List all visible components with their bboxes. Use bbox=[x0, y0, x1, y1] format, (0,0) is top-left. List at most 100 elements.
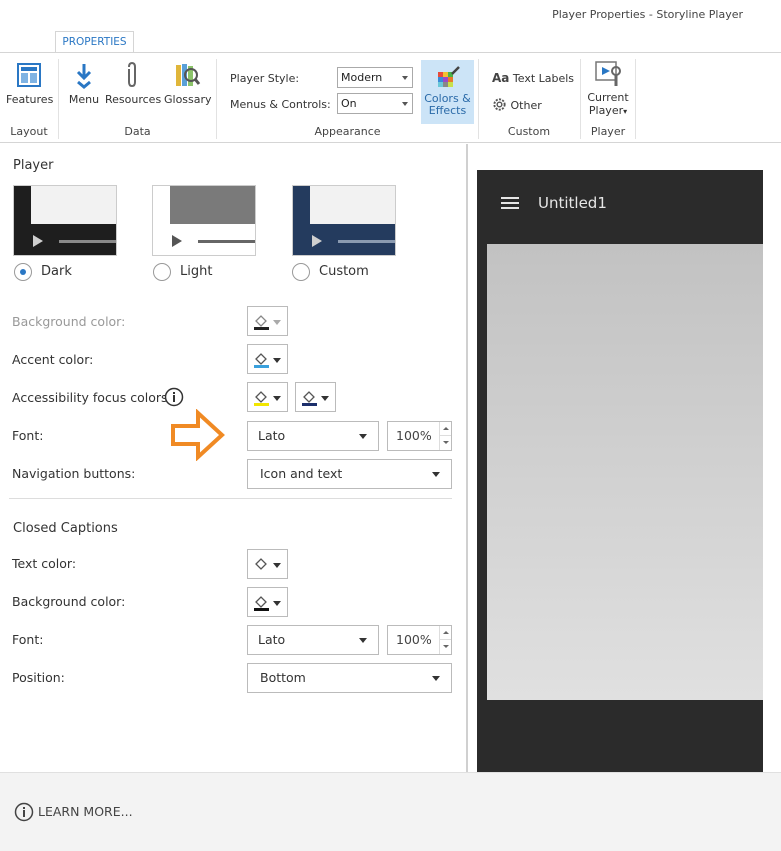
chevron-down-icon bbox=[359, 434, 367, 439]
caption-text-color-label: Text color: bbox=[12, 556, 77, 571]
group-data-label: Data bbox=[124, 125, 151, 138]
focus-color-secondary-picker[interactable] bbox=[295, 382, 336, 412]
title-bar: Player Properties - Storyline Player bbox=[0, 0, 781, 30]
caption-font-label: Font: bbox=[12, 632, 44, 647]
caption-background-color-label: Background color: bbox=[12, 594, 126, 609]
stepper-up-icon[interactable] bbox=[439, 422, 451, 436]
colors-effects-label-line2: Effects bbox=[428, 104, 467, 117]
ribbon-separator bbox=[635, 59, 636, 139]
font-size-stepper[interactable]: 100% bbox=[387, 421, 452, 451]
stepper-up-icon[interactable] bbox=[439, 626, 451, 640]
player-preview: Untitled1 bbox=[477, 170, 763, 772]
preview-slide-area bbox=[487, 244, 763, 700]
accessibility-focus-label: Accessibility focus colors: bbox=[12, 390, 172, 405]
paperclip-icon bbox=[128, 61, 136, 88]
group-player-label: Player bbox=[590, 125, 626, 138]
text-labels-label: Text Labels bbox=[512, 72, 575, 85]
navigation-buttons-value: Icon and text bbox=[260, 466, 343, 481]
menus-controls-select[interactable]: On bbox=[337, 93, 413, 114]
stepper-down-icon[interactable] bbox=[439, 640, 451, 654]
chevron-down-icon bbox=[321, 396, 329, 401]
group-appearance-label: Appearance bbox=[314, 125, 381, 138]
theme-radio-custom[interactable] bbox=[292, 263, 310, 281]
chevron-down-icon bbox=[273, 396, 281, 401]
group-layout-label: Layout bbox=[10, 125, 48, 138]
font-select[interactable]: Lato bbox=[247, 421, 379, 451]
menu-icon bbox=[76, 64, 92, 89]
paint-bucket-icon bbox=[302, 391, 317, 406]
theme-thumb-custom[interactable] bbox=[292, 185, 396, 256]
glossary-label: Glossary bbox=[164, 93, 212, 106]
text-labels-button[interactable]: Aa Text Labels bbox=[492, 71, 574, 85]
caret-down-icon: ▾ bbox=[623, 107, 628, 116]
caption-font-value: Lato bbox=[258, 632, 286, 647]
theme-radio-dark[interactable] bbox=[14, 263, 32, 281]
caption-text-color-picker[interactable] bbox=[247, 549, 288, 579]
preview-course-title: Untitled1 bbox=[538, 194, 607, 212]
caption-font-size-value: 100% bbox=[396, 632, 432, 647]
chevron-down-icon bbox=[273, 563, 281, 568]
current-player-label-line1: Current bbox=[587, 91, 629, 104]
ribbon-tabs: PROPERTIES bbox=[0, 30, 781, 53]
stepper-down-icon[interactable] bbox=[439, 436, 451, 450]
glossary-button[interactable]: Glossary bbox=[164, 61, 212, 106]
background-color-picker[interactable] bbox=[247, 306, 288, 336]
theme-radio-light[interactable] bbox=[153, 263, 171, 281]
theme-thumb-light[interactable] bbox=[152, 185, 256, 256]
tab-properties[interactable]: PROPERTIES bbox=[55, 31, 134, 53]
theme-label-custom: Custom bbox=[319, 264, 369, 279]
other-button[interactable]: Other bbox=[492, 97, 542, 112]
current-player-button[interactable]: Current Player▾ bbox=[585, 59, 631, 118]
hamburger-menu-icon bbox=[501, 197, 519, 209]
paint-bucket-icon bbox=[254, 596, 269, 611]
caption-font-size-stepper[interactable]: 100% bbox=[387, 625, 452, 655]
caption-position-label: Position: bbox=[12, 670, 65, 685]
glossary-icon bbox=[176, 64, 201, 86]
chevron-down-icon bbox=[273, 601, 281, 606]
gear-icon bbox=[493, 98, 506, 111]
caption-position-select[interactable]: Bottom bbox=[247, 663, 452, 693]
chevron-down-icon bbox=[273, 358, 281, 363]
background-color-label: Background color: bbox=[12, 314, 126, 329]
player-style-value: Modern bbox=[341, 71, 383, 84]
info-icon[interactable] bbox=[164, 387, 184, 407]
footer: LEARN MORE... bbox=[0, 772, 781, 851]
caption-font-select[interactable]: Lato bbox=[247, 625, 379, 655]
palette-icon bbox=[437, 66, 460, 87]
navigation-buttons-label: Navigation buttons: bbox=[12, 466, 136, 481]
chevron-down-icon bbox=[402, 102, 408, 106]
chevron-down-icon bbox=[359, 638, 367, 643]
features-button[interactable]: Features bbox=[6, 61, 54, 106]
player-style-label: Player Style: bbox=[230, 72, 300, 85]
paint-bucket-icon bbox=[254, 353, 269, 368]
panel-splitter[interactable] bbox=[466, 144, 468, 772]
theme-thumb-dark[interactable] bbox=[13, 185, 117, 256]
navigation-buttons-select[interactable]: Icon and text bbox=[247, 459, 452, 489]
player-settings-icon bbox=[595, 61, 621, 86]
captions-section-title: Closed Captions bbox=[13, 521, 118, 536]
accent-color-picker[interactable] bbox=[247, 344, 288, 374]
colors-effects-button[interactable]: Colors & Effects bbox=[421, 60, 474, 124]
caption-background-color-picker[interactable] bbox=[247, 587, 288, 617]
features-icon bbox=[17, 63, 41, 87]
player-style-select[interactable]: Modern bbox=[337, 67, 413, 88]
menu-label: Menu bbox=[68, 93, 100, 106]
paint-bucket-icon bbox=[254, 315, 269, 330]
current-player-label-line2: Player bbox=[588, 104, 624, 117]
font-value: Lato bbox=[258, 428, 286, 443]
menus-controls-label: Menus & Controls: bbox=[230, 98, 331, 111]
section-divider bbox=[9, 498, 452, 499]
chevron-down-icon bbox=[432, 676, 440, 681]
features-label: Features bbox=[6, 93, 54, 106]
chevron-down-icon bbox=[402, 76, 408, 80]
resources-button[interactable]: Resources bbox=[105, 61, 161, 106]
info-icon bbox=[14, 802, 34, 822]
focus-color-primary-picker[interactable] bbox=[247, 382, 288, 412]
paint-bucket-icon bbox=[254, 391, 269, 406]
learn-more-link[interactable]: LEARN MORE... bbox=[38, 804, 133, 819]
menu-button[interactable]: Menu bbox=[66, 61, 102, 106]
theme-label-light: Light bbox=[180, 264, 213, 279]
text-labels-icon: Aa bbox=[492, 71, 510, 85]
chevron-down-icon bbox=[432, 472, 440, 477]
properties-panel: Player Dark Light Custom Background colo… bbox=[0, 144, 466, 772]
